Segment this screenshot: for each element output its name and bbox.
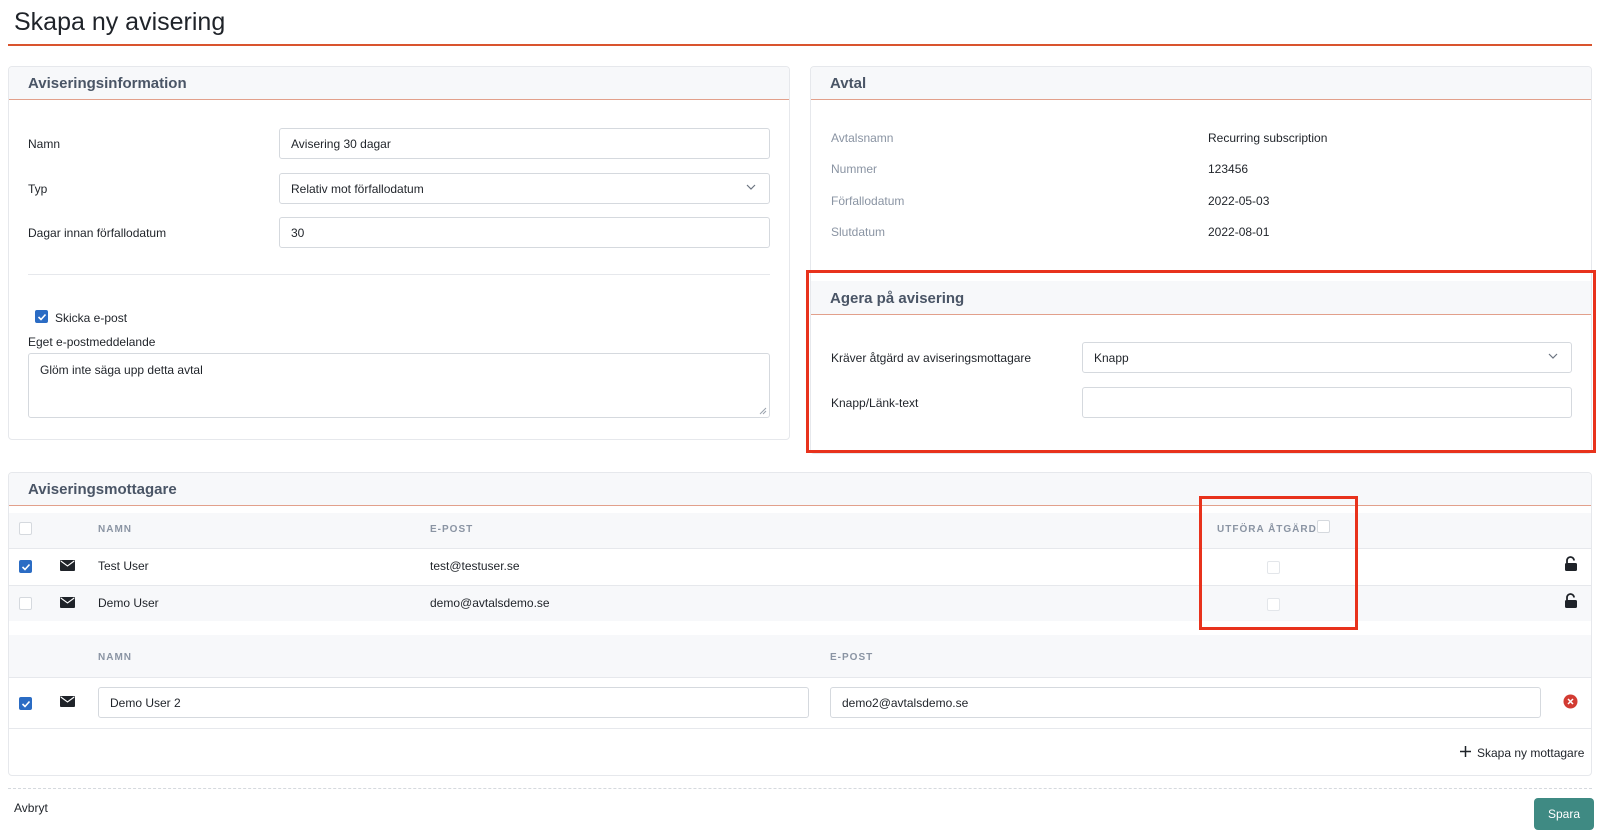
row-divider (9, 728, 1591, 729)
title-divider (8, 44, 1592, 46)
custom-message-label: Eget e-postmeddelande (28, 335, 156, 349)
highlight-act-on-notice (806, 270, 1596, 453)
contract-name-value: Recurring subscription (1208, 131, 1328, 145)
resize-grip-icon[interactable] (759, 407, 767, 415)
footer-divider (8, 788, 1592, 789)
days-label: Dagar innan förfallodatum (28, 226, 167, 240)
highlight-action-column (1199, 496, 1358, 630)
contract-end-value: 2022-08-01 (1208, 225, 1270, 239)
new-col-header-email: E-POST (830, 652, 874, 663)
type-select[interactable]: Relativ mot förfallodatum (279, 173, 770, 204)
recipient-select-checkbox[interactable] (19, 560, 32, 573)
contract-name-label: Avtalsnamn (831, 131, 894, 145)
type-select-value: Relativ mot förfallodatum (291, 182, 424, 196)
contract-heading: Avtal (811, 67, 1591, 100)
recipient-email: test@testuser.se (430, 559, 520, 573)
send-email-checkbox[interactable] (35, 310, 48, 323)
send-email-label: Skicka e-post (55, 311, 128, 325)
contract-due-label: Förfallodatum (831, 194, 905, 208)
new-recipient-name-input[interactable]: Demo User 2 (98, 687, 809, 718)
plus-icon[interactable] (1459, 745, 1472, 758)
notice-info-heading: Aviseringsinformation (9, 67, 789, 100)
recipient-email: demo@avtalsdemo.se (430, 596, 550, 610)
section-divider (28, 274, 770, 275)
new-col-header-name: NAMN (98, 652, 132, 663)
new-recipient-select-checkbox[interactable] (19, 697, 32, 710)
contract-number-label: Nummer (831, 162, 878, 176)
col-header-name: NAMN (98, 524, 132, 535)
envelope-icon (60, 560, 75, 571)
contract-end-label: Slutdatum (831, 225, 886, 239)
contract-number-value: 123456 (1208, 162, 1249, 176)
contract-due-value: 2022-05-03 (1208, 194, 1270, 208)
page-title: Skapa ny avisering (14, 8, 226, 36)
new-recipient-header-row (9, 635, 1591, 677)
recipient-select-checkbox[interactable] (19, 597, 32, 610)
envelope-icon (60, 597, 75, 608)
custom-message-textarea[interactable]: Glöm inte säga upp detta avtal (28, 353, 770, 418)
days-input[interactable]: 30 (279, 217, 770, 248)
add-recipient-link[interactable]: Skapa ny mottagare (1477, 746, 1584, 760)
remove-icon[interactable] (1563, 694, 1578, 709)
unlock-icon[interactable] (1564, 556, 1578, 572)
name-input[interactable]: Avisering 30 dagar (279, 128, 770, 159)
col-header-email: E-POST (430, 524, 474, 535)
recipient-name: Test User (98, 559, 149, 573)
chevron-down-icon (746, 184, 756, 190)
select-all-checkbox[interactable] (19, 522, 32, 535)
new-recipient-email-input[interactable]: demo2@avtalsdemo.se (830, 687, 1541, 718)
name-label: Namn (28, 137, 61, 151)
save-button[interactable]: Spara (1534, 798, 1594, 830)
recipient-name: Demo User (98, 596, 159, 610)
envelope-icon (60, 696, 75, 707)
type-label: Typ (28, 182, 48, 196)
row-divider (9, 677, 1591, 678)
custom-message-text: Glöm inte säga upp detta avtal (40, 363, 203, 377)
cancel-button[interactable]: Avbryt (14, 801, 48, 815)
unlock-icon[interactable] (1564, 593, 1578, 609)
